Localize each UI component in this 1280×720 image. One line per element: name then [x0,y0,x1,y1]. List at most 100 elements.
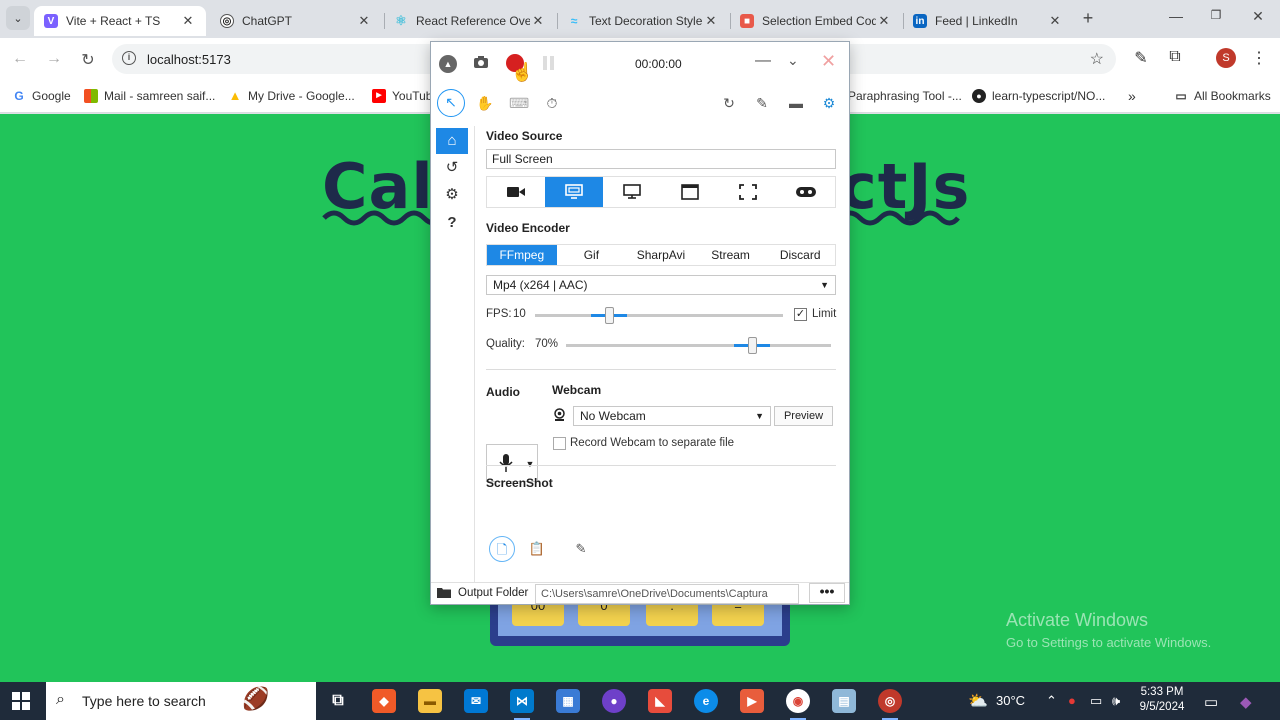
more-options-button[interactable]: ••• [809,583,845,603]
clipboard-icon[interactable]: 📋 [524,536,550,562]
profile-avatar[interactable]: S [1216,48,1236,68]
tab-selection-embed[interactable]: ■ Selection Embed Cod ✕ [730,6,902,36]
tab-chatgpt[interactable]: ◎ ChatGPT ✕ [210,6,382,36]
site-info-icon[interactable]: i [122,51,136,65]
taskbar-search-box[interactable]: ⌕ Type here to search 🏈 [46,682,316,720]
separate-file-checkbox[interactable] [553,437,566,450]
fps-slider-thumb[interactable] [605,307,614,324]
quality-slider[interactable] [566,337,831,354]
double-chevron-down-icon[interactable]: ⌄ [787,52,799,69]
eyedropper-icon[interactable]: ✎ [1130,48,1152,68]
webcam-dropdown[interactable]: No Webcam ▼ [573,406,771,426]
pencil-edit-icon[interactable]: ✎ [568,536,594,562]
minimize-icon[interactable]: — [755,52,771,70]
notifications-icon[interactable]: ▭ [1204,693,1218,711]
recording-tray-icon[interactable]: ● [1068,693,1076,708]
screenshot-file-icon[interactable]: 🗋 [489,536,515,562]
tab-vite[interactable]: V Vite + React + TS ✕ [34,6,206,36]
video-editor-icon[interactable]: ▶ [740,689,764,713]
video-source-field[interactable]: Full Screen [486,149,836,169]
bookmark-star-icon[interactable]: ☆ [1090,49,1104,69]
collapse-up-icon[interactable]: ▲ [439,55,457,73]
edge-icon[interactable]: e [694,689,718,713]
temperature-text[interactable]: 30°C [996,693,1025,708]
bookmark-drive[interactable]: ▲ My Drive - Google... [228,87,355,105]
fps-slider[interactable] [535,307,783,324]
screenshot-camera-icon[interactable] [473,55,489,69]
file-explorer-icon[interactable]: ▬ [418,689,442,713]
screen-source-icon[interactable] [545,177,603,207]
more-bookmarks-icon[interactable]: » [1128,87,1136,105]
codec-dropdown[interactable]: Mp4 (x264 | AAC) ▼ [486,275,836,295]
browser-menu-icon[interactable]: ⋮ [1248,48,1270,68]
encoder-tab-ffmpeg[interactable]: FFmpeg [487,245,557,265]
store-icon[interactable]: ▦ [556,689,580,713]
bookmark-mail[interactable]: Mail - samreen saif... [84,87,215,105]
history-icon[interactable]: ↺ [436,155,468,181]
refresh-icon[interactable]: ↻ [719,93,739,113]
encoder-tab-discard[interactable]: Discard [765,245,835,265]
tab-search-button[interactable]: ⌄ [6,6,30,30]
bookmark-github[interactable]: ● learn-typescript/NO... [972,87,1105,105]
github-desktop-icon[interactable]: ● [602,689,626,713]
git-client-icon[interactable]: ◆ [372,689,396,713]
encoder-tab-stream[interactable]: Stream [696,245,766,265]
click-hand-icon[interactable]: ✋ [475,93,495,113]
folder-icon[interactable] [437,587,451,601]
bookmark-all[interactable]: ▭ All Bookmarks [1174,87,1270,105]
quality-slider-thumb[interactable] [748,337,757,354]
close-tab-icon[interactable]: ✕ [876,13,892,29]
monitor-source-icon[interactable] [603,177,661,207]
region-source-icon[interactable] [719,177,777,207]
close-icon[interactable]: ✕ [821,51,836,72]
limit-checkbox[interactable]: ✓ [794,308,807,321]
cursor-pointer-icon[interactable]: ↖ [437,89,465,117]
mail-icon[interactable]: ✉ [464,689,488,713]
brush-icon[interactable]: ✎ [752,93,772,113]
home-icon[interactable]: ⌂ [436,128,468,154]
notepad-icon[interactable]: ▤ [832,689,856,713]
stopwatch-icon[interactable]: ⏱ [542,93,562,113]
close-tab-icon[interactable]: ✕ [530,13,546,29]
gamepad-source-icon[interactable] [777,177,835,207]
captura-taskbar-icon[interactable]: ◎ [878,689,902,720]
volume-icon[interactable]: 🕪 [1112,693,1120,709]
extensions-icon[interactable]: ⧉ [1164,48,1186,66]
back-icon[interactable]: ← [10,50,30,68]
bookmark-paraphrasing[interactable]: Paraphrasing Tool -... [848,87,962,105]
tab-text-decoration[interactable]: ≈ Text Decoration Style ✕ [557,6,729,36]
restore-window-icon[interactable]: ❐ [1206,8,1226,22]
weather-icon[interactable]: ⛅ [968,691,988,711]
chrome-icon[interactable]: ◉ [786,689,810,720]
bookmark-google[interactable]: G Google [12,87,71,105]
vscode-icon[interactable]: ⋈ [510,689,534,720]
webcam-preview-button[interactable]: Preview [774,406,833,426]
reload-icon[interactable]: ↻ [78,50,98,70]
close-tab-icon[interactable]: ✕ [1047,13,1063,29]
minimize-window-icon[interactable]: — [1166,8,1186,24]
battery-icon[interactable]: ▭ [1090,693,1102,709]
settings-icon[interactable]: ⚙ [436,182,468,208]
copilot-icon[interactable]: ◆ [1240,693,1252,711]
bookmark-youtube[interactable]: ▶ YouTub [372,87,432,105]
task-view-icon[interactable]: ⧉ [326,689,350,713]
windows-start-icon[interactable] [12,692,30,710]
encoder-tab-sharpavi[interactable]: SharpAvi [626,245,696,265]
folder-icon[interactable]: ▬ [786,93,806,113]
close-window-icon[interactable]: ✕ [1248,8,1268,25]
output-path-field[interactable]: C:\Users\samre\OneDrive\Documents\Captur… [535,584,799,604]
new-tab-icon[interactable]: + [1078,8,1098,28]
keyboard-icon[interactable]: ⌨ [509,93,529,113]
pause-icon[interactable] [543,56,555,70]
tab-react[interactable]: ⚛ React Reference Over ✕ [384,6,556,36]
show-hidden-icons-icon[interactable]: ⌃ [1046,693,1057,709]
tab-linkedin[interactable]: in Feed | LinkedIn ✕ [903,6,1073,36]
settings-gear-icon[interactable]: ⚙ [819,93,839,113]
encoder-tab-gif[interactable]: Gif [557,245,627,265]
webcam-source-icon[interactable] [487,177,545,207]
close-tab-icon[interactable]: ✕ [356,13,372,29]
url-text[interactable]: localhost:5173 [147,52,231,67]
app-icon[interactable]: ◣ [648,689,672,713]
forward-icon[interactable]: → [44,50,64,68]
help-icon[interactable]: ? [436,210,468,236]
